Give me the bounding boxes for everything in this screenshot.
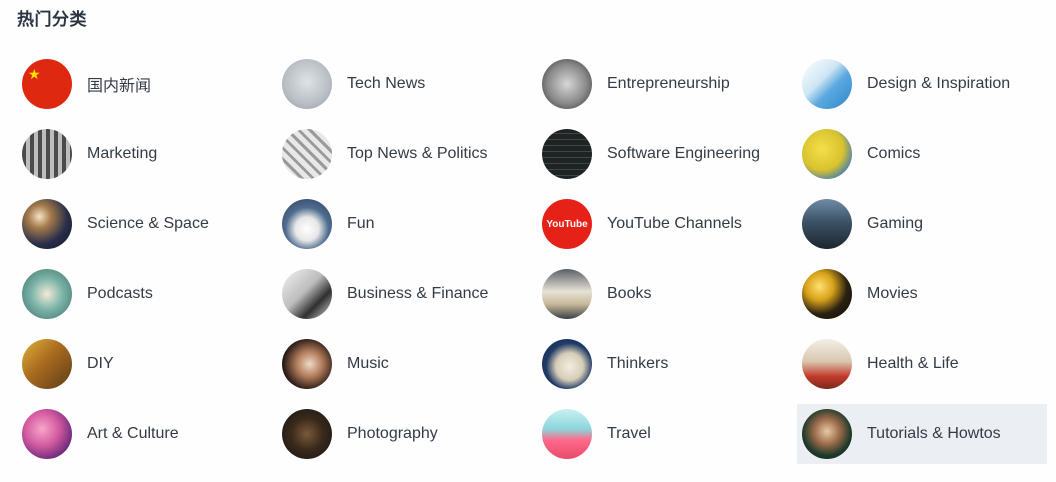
youtube-icon: YouTube xyxy=(542,199,592,249)
category-label: Science & Space xyxy=(87,215,209,232)
category-item-travel[interactable]: Travel xyxy=(537,404,787,464)
category-label: Comics xyxy=(867,145,921,162)
category-label: Podcasts xyxy=(87,285,153,302)
telescope-icon xyxy=(22,199,72,249)
category-item-marketing[interactable]: Marketing xyxy=(17,124,267,184)
china-flag-icon: ★ xyxy=(22,59,72,109)
category-label: Entrepreneurship xyxy=(607,75,730,92)
category-label: Photography xyxy=(347,425,438,442)
category-grid: ★ 国内新闻 Tech News Entrepreneurship Design… xyxy=(17,54,1056,474)
category-label: Movies xyxy=(867,285,918,302)
book-icon xyxy=(542,269,592,319)
category-label: DIY xyxy=(87,355,114,372)
category-label: Music xyxy=(347,355,389,372)
category-item-youtube-channels[interactable]: YouTube YouTube Channels xyxy=(537,194,787,254)
category-label: Tech News xyxy=(347,75,426,92)
category-item-science-space[interactable]: Science & Space xyxy=(17,194,267,254)
category-label: YouTube Channels xyxy=(607,215,742,232)
mug-icon xyxy=(542,59,592,109)
comic-icon xyxy=(802,129,852,179)
glasses-icon xyxy=(802,409,852,459)
statue-icon xyxy=(542,339,592,389)
category-item-diy[interactable]: DIY xyxy=(17,334,267,394)
robot-icon xyxy=(282,59,332,109)
youtube-logo-text: YouTube xyxy=(546,218,588,230)
code-icon xyxy=(542,129,592,179)
category-item-gaming[interactable]: Gaming xyxy=(797,194,1047,254)
category-item-music[interactable]: Music xyxy=(277,334,527,394)
category-label: Travel xyxy=(607,425,651,442)
category-item-movies[interactable]: Movies xyxy=(797,264,1047,324)
category-item-tech-news[interactable]: Tech News xyxy=(277,54,527,114)
category-label: Art & Culture xyxy=(87,425,179,442)
headphones-icon xyxy=(282,339,332,389)
category-item-domestic-news[interactable]: ★ 国内新闻 xyxy=(17,54,267,114)
category-item-design-inspiration[interactable]: Design & Inspiration xyxy=(797,54,1047,114)
category-label: Marketing xyxy=(87,145,158,162)
category-label: Gaming xyxy=(867,215,924,232)
category-item-photography[interactable]: Photography xyxy=(277,404,527,464)
category-label: Fun xyxy=(347,215,375,232)
category-label: Health & Life xyxy=(867,355,959,372)
category-item-podcasts[interactable]: Podcasts xyxy=(17,264,267,324)
category-item-entrepreneurship[interactable]: Entrepreneurship xyxy=(537,54,787,114)
category-label: Business & Finance xyxy=(347,285,489,302)
category-label: Design & Inspiration xyxy=(867,75,1011,92)
section-title: 热门分类 xyxy=(17,10,87,29)
camera-icon xyxy=(282,409,332,459)
category-label: Top News & Politics xyxy=(347,145,488,162)
category-label: 国内新闻 xyxy=(87,78,152,95)
category-item-thinkers[interactable]: Thinkers xyxy=(537,334,787,394)
category-item-top-news-politics[interactable]: Top News & Politics xyxy=(277,124,527,184)
category-label: Software Engineering xyxy=(607,145,760,162)
category-item-health-life[interactable]: Health & Life xyxy=(797,334,1047,394)
controller-icon xyxy=(802,199,852,249)
category-label: Thinkers xyxy=(607,355,669,372)
microphone-icon xyxy=(22,269,72,319)
tools-icon xyxy=(22,339,72,389)
palm-tree-icon xyxy=(542,409,592,459)
category-item-comics[interactable]: Comics xyxy=(797,124,1047,184)
category-item-business-finance[interactable]: Business & Finance xyxy=(277,264,527,324)
newspaper-icon xyxy=(282,129,332,179)
typewriter-icon xyxy=(22,129,72,179)
film-reel-icon xyxy=(802,269,852,319)
design-icon xyxy=(802,59,852,109)
category-item-fun[interactable]: Fun xyxy=(277,194,527,254)
category-item-software-engineering[interactable]: Software Engineering xyxy=(537,124,787,184)
briefcase-icon xyxy=(282,269,332,319)
heart-icon xyxy=(802,339,852,389)
category-item-tutorials-howtos[interactable]: Tutorials & Howtos xyxy=(797,404,1047,464)
category-item-art-culture[interactable]: Art & Culture xyxy=(17,404,267,464)
category-label: Books xyxy=(607,285,652,302)
palette-icon xyxy=(22,409,72,459)
cat-icon xyxy=(282,199,332,249)
category-label: Tutorials & Howtos xyxy=(867,425,1001,442)
category-item-books[interactable]: Books xyxy=(537,264,787,324)
